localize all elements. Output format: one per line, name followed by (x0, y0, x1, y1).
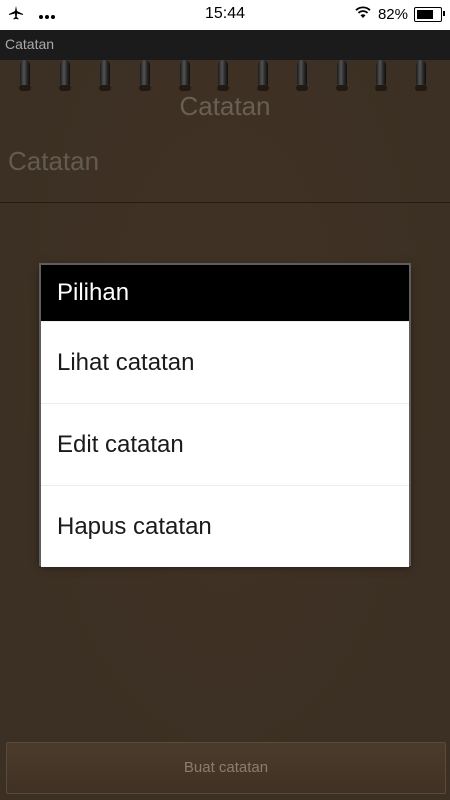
wifi-icon (354, 5, 372, 23)
app-title: Catatan (5, 36, 55, 52)
app-title-bar: Catatan (0, 30, 450, 60)
options-dialog: Pilihan Lihat catatan Edit catatan Hapus… (41, 265, 409, 567)
option-delete-note[interactable]: Hapus catatan (41, 485, 409, 567)
option-edit-note[interactable]: Edit catatan (41, 403, 409, 485)
battery-icon (414, 6, 445, 22)
battery-percent: 82% (377, 5, 408, 23)
create-note-button[interactable]: Buat catatan (6, 742, 446, 794)
status-bar: 15:44 82% (0, 0, 450, 30)
option-view-note[interactable]: Lihat catatan (41, 321, 409, 403)
dialog-title: Pilihan (41, 265, 409, 321)
